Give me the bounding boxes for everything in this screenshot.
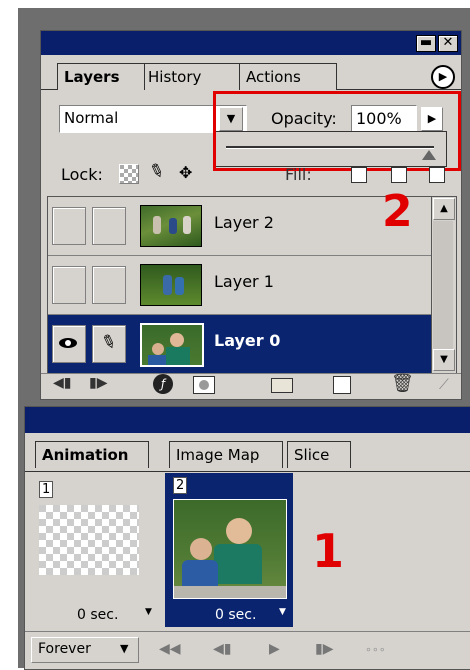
tab-actions[interactable]: Actions	[239, 63, 337, 90]
visibility-toggle-layer-2[interactable]	[52, 207, 86, 245]
blend-mode-value: Normal	[64, 109, 119, 127]
tab-layers-label: Layers	[64, 68, 120, 86]
frame-1-number: 1	[39, 481, 54, 498]
lock-image-brush-icon[interactable]: ✎	[146, 159, 167, 184]
animation-frame-1[interactable]: 1 0 sec. ▼	[31, 477, 161, 627]
frame-2-delay-arrow-icon[interactable]: ▼	[279, 607, 286, 617]
link-toggle-layer-1[interactable]	[92, 266, 126, 304]
previous-frame-icon[interactable]: ◀▮	[213, 641, 231, 657]
tab-image-map-label: Image Map	[176, 446, 260, 464]
layers-list: Layer 2 Layer 1 ✎ Layer 0	[47, 196, 433, 374]
scroll-down-arrow-icon[interactable]: ▼	[433, 349, 455, 371]
tab-animation-label: Animation	[42, 446, 129, 464]
brush-icon: ✎	[97, 330, 120, 355]
lock-label: Lock:	[61, 165, 103, 184]
fill-link-icon-2[interactable]	[391, 167, 407, 183]
layer-2-name: Layer 2	[214, 213, 274, 232]
layer-2-thumbnail	[140, 205, 202, 247]
annotation-step-2: 2	[382, 186, 413, 237]
brush-toggle-layer-0[interactable]: ✎	[92, 325, 126, 363]
annotation-step-1: 1	[312, 524, 345, 578]
scroll-up-arrow-icon[interactable]: ▲	[433, 198, 455, 220]
layer-1-thumbnail	[140, 264, 202, 306]
visibility-toggle-layer-0[interactable]	[52, 325, 86, 363]
scroll-track[interactable]	[433, 221, 453, 349]
close-button[interactable]: ✕	[438, 35, 458, 52]
layer-style-icon[interactable]: ƒ	[153, 374, 173, 394]
layer-row-0[interactable]: ✎ Layer 0	[48, 315, 432, 373]
tween-icon[interactable]: ∘∘∘	[365, 643, 386, 656]
new-layer-icon[interactable]	[333, 376, 351, 394]
tab-slice[interactable]: Slice	[287, 441, 351, 468]
frame-2-number: 2	[173, 477, 188, 494]
next-state-icon[interactable]: ▮▶	[89, 375, 107, 391]
lock-position-move-icon[interactable]: ✥	[179, 163, 192, 182]
eye-icon	[59, 338, 77, 348]
frame-2-delay[interactable]: 0 sec.	[215, 607, 256, 623]
fill-label: Fill:	[285, 165, 312, 184]
loop-select[interactable]: Forever ▼	[31, 637, 139, 663]
frame-1-delay-arrow-icon[interactable]: ▼	[145, 607, 152, 617]
frame-1-delay[interactable]: 0 sec.	[77, 607, 118, 623]
frame-1-thumbnail-transparent	[39, 505, 139, 575]
previous-state-icon[interactable]: ◀▮	[53, 375, 71, 391]
layer-row-1[interactable]: Layer 1	[48, 256, 432, 315]
minimize-button[interactable]: ▬	[416, 35, 436, 52]
loop-value: Forever	[38, 641, 91, 657]
frame-2-thumbnail	[173, 499, 287, 599]
tab-image-map[interactable]: Image Map	[169, 441, 283, 468]
layer-row-2[interactable]: Layer 2	[48, 197, 432, 256]
fill-link-icon-3[interactable]	[429, 167, 445, 183]
layer-0-name: Layer 0	[214, 331, 281, 350]
layer-mask-icon[interactable]	[193, 376, 215, 394]
fill-link-icon[interactable]	[351, 167, 367, 183]
next-frame-icon[interactable]: ▮▶	[315, 641, 333, 657]
highlight-box-opacity	[213, 91, 461, 171]
animation-panel-titlebar[interactable]	[25, 407, 470, 433]
tab-slice-label: Slice	[294, 446, 330, 464]
layers-scrollbar[interactable]: ▲ ▼	[431, 196, 457, 374]
tab-actions-label: Actions	[246, 68, 301, 86]
new-group-folder-icon[interactable]	[271, 378, 293, 393]
layer-0-thumbnail	[140, 323, 204, 367]
play-icon[interactable]: ▶	[269, 641, 280, 657]
layer-1-name: Layer 1	[214, 272, 274, 291]
lock-transparency-icon[interactable]	[119, 164, 139, 184]
tab-animation[interactable]: Animation	[35, 441, 149, 468]
resize-grip-icon[interactable]: ⟋	[439, 377, 449, 393]
link-toggle-layer-2[interactable]	[92, 207, 126, 245]
animation-frame-2[interactable]: 2 0 sec. ▼	[165, 473, 293, 627]
layers-panel-titlebar[interactable]	[41, 31, 461, 55]
visibility-toggle-layer-1[interactable]	[52, 266, 86, 304]
animation-panel: Animation Image Map Slice 1 0 sec. ▼ 2 0…	[24, 406, 470, 670]
loop-dropdown-arrow-icon: ▼	[120, 642, 129, 655]
tab-history-label: History	[148, 68, 202, 86]
tab-layers[interactable]: Layers	[57, 63, 145, 90]
tab-history[interactable]: History	[141, 63, 243, 90]
first-frame-icon[interactable]: ◀◀	[159, 641, 181, 657]
trash-icon[interactable]: 🗑	[391, 373, 414, 394]
panel-menu-icon[interactable]: ▶	[431, 65, 455, 89]
